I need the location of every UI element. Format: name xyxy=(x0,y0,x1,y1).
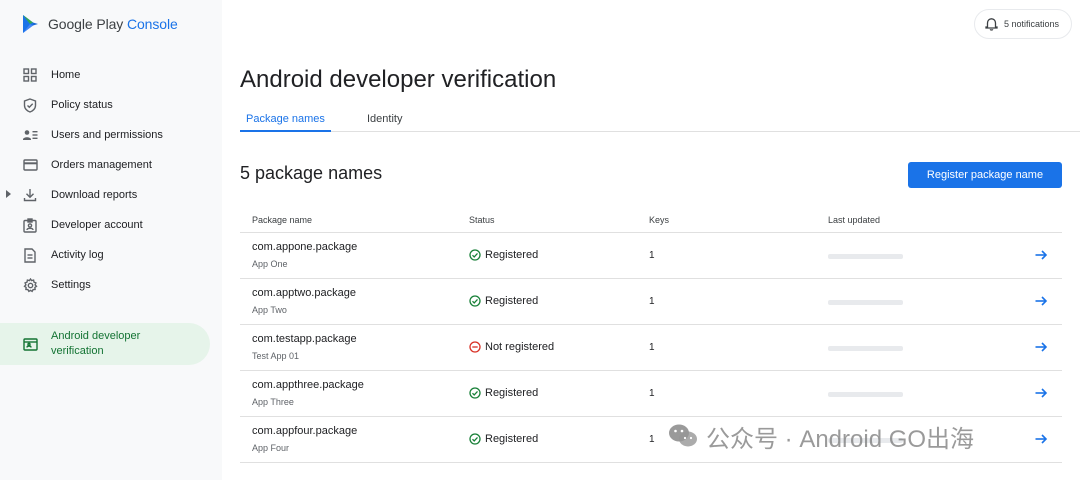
keys-count: 1 xyxy=(649,250,655,261)
sidebar-item-activity-log[interactable]: Activity log xyxy=(0,240,222,270)
card-icon xyxy=(22,157,38,173)
sidebar-item-label: Home xyxy=(51,69,81,81)
sidebar-item-policy-status[interactable]: Policy status xyxy=(0,90,222,120)
tab-bar: Package names Identity xyxy=(240,108,1080,132)
status-cell: Registered xyxy=(469,433,538,445)
sidebar: Google Play Console Home Policy status U… xyxy=(0,0,222,480)
notifications-label: 5 notifications xyxy=(1003,19,1059,29)
status-text: Registered xyxy=(485,295,539,307)
register-package-name-button[interactable]: Register package name xyxy=(908,162,1062,188)
check-circle-icon xyxy=(469,433,481,445)
badge-icon xyxy=(22,217,38,233)
verification-icon xyxy=(22,336,38,352)
sidebar-item-label: Android developer verification xyxy=(51,330,141,357)
sidebar-item-label: Activity log xyxy=(51,249,104,261)
sidebar-nav: Home Policy status Users and permissions… xyxy=(0,60,222,300)
last-updated-placeholder xyxy=(828,392,903,397)
users-icon xyxy=(22,127,38,143)
arrow-right-icon[interactable] xyxy=(1034,340,1048,354)
app-name: App One xyxy=(252,259,288,269)
wechat-icon xyxy=(669,424,697,447)
watermark-text: 公众号 · Android GO出海 xyxy=(706,425,975,453)
sidebar-item-home[interactable]: Home xyxy=(0,60,222,90)
keys-count: 1 xyxy=(649,296,655,307)
keys-count: 1 xyxy=(649,388,655,399)
status-cell: Not registered xyxy=(469,341,554,353)
expand-caret-icon[interactable] xyxy=(6,190,11,198)
gear-icon xyxy=(22,277,38,293)
table-row[interactable]: com.appthree.package App Three Registere… xyxy=(240,371,1062,417)
sidebar-item-label: Orders management xyxy=(51,159,152,171)
status-text: Registered xyxy=(485,249,539,261)
table-row[interactable]: com.testapp.package Test App 01 Not regi… xyxy=(240,325,1062,371)
sidebar-item-orders-management[interactable]: Orders management xyxy=(0,150,222,180)
play-console-logo[interactable]: Google Play Console xyxy=(22,13,178,35)
sidebar-item-developer-account[interactable]: Developer account xyxy=(0,210,222,240)
sidebar-item-download-reports[interactable]: Download reports xyxy=(0,180,222,210)
tab-identity[interactable]: Identity xyxy=(361,113,408,132)
package-name: com.apptwo.package xyxy=(252,287,356,299)
keys-count: 1 xyxy=(649,434,655,445)
sidebar-item-label: Developer account xyxy=(51,219,143,231)
check-circle-icon xyxy=(469,249,481,261)
keys-count: 1 xyxy=(649,342,655,353)
column-header-package-name: Package name xyxy=(252,215,313,225)
arrow-right-icon[interactable] xyxy=(1034,386,1048,400)
page-title: Android developer verification xyxy=(240,66,557,93)
status-text: Registered xyxy=(485,387,539,399)
arrow-right-icon[interactable] xyxy=(1034,432,1048,446)
section-title: 5 package names xyxy=(240,163,383,183)
notifications-button[interactable]: 5 notifications xyxy=(973,9,1072,39)
table-header: Package name Status Keys Last updated xyxy=(240,206,1062,233)
sidebar-item-label: Policy status xyxy=(51,99,113,111)
shield-icon xyxy=(22,97,38,113)
arrow-right-icon[interactable] xyxy=(1034,248,1048,262)
sidebar-item-label: Settings xyxy=(51,279,91,291)
check-circle-icon xyxy=(469,295,481,307)
package-name: com.appone.package xyxy=(252,241,358,253)
arrow-right-icon[interactable] xyxy=(1034,294,1048,308)
app-name: App Three xyxy=(252,397,294,407)
grid-icon xyxy=(22,67,38,83)
sidebar-item-users-and-permissions[interactable]: Users and permissions xyxy=(0,120,222,150)
last-updated-placeholder xyxy=(828,300,903,305)
column-header-status: Status xyxy=(469,215,495,225)
last-updated-placeholder xyxy=(828,346,903,351)
package-name: com.appthree.package xyxy=(252,379,364,391)
document-icon xyxy=(22,247,38,263)
status-cell: Registered xyxy=(469,249,538,261)
table-row[interactable]: com.appone.package App One Registered 1 xyxy=(240,233,1062,279)
sidebar-item-android-developer-verification[interactable]: Android developer verification xyxy=(0,323,210,365)
status-text: Not registered xyxy=(485,341,555,353)
minus-circle-icon xyxy=(469,341,481,353)
package-name: com.testapp.package xyxy=(252,333,357,345)
tab-package-names[interactable]: Package names xyxy=(240,113,331,132)
watermark: 公众号 · Android GO出海 xyxy=(668,420,975,453)
column-header-keys: Keys xyxy=(649,215,670,225)
column-header-last-updated: Last updated xyxy=(828,215,881,225)
package-name: com.appfour.package xyxy=(252,425,358,437)
app-name: App Two xyxy=(252,305,287,315)
sidebar-item-label: Download reports xyxy=(51,189,138,201)
logo-text: Google Play Console xyxy=(48,16,178,32)
status-cell: Registered xyxy=(469,295,538,307)
play-logo-icon xyxy=(23,15,38,33)
status-cell: Registered xyxy=(469,387,538,399)
last-updated-placeholder xyxy=(828,254,903,259)
bell-icon xyxy=(985,18,998,31)
app-name: App Four xyxy=(252,443,290,453)
sidebar-item-label: Users and permissions xyxy=(51,129,163,141)
check-circle-icon xyxy=(469,387,481,399)
table-row[interactable]: com.apptwo.package App Two Registered 1 xyxy=(240,279,1062,325)
sidebar-item-settings[interactable]: Settings xyxy=(0,270,222,300)
status-text: Registered xyxy=(485,433,539,445)
app-name: Test App 01 xyxy=(252,351,300,361)
download-icon xyxy=(22,187,38,203)
